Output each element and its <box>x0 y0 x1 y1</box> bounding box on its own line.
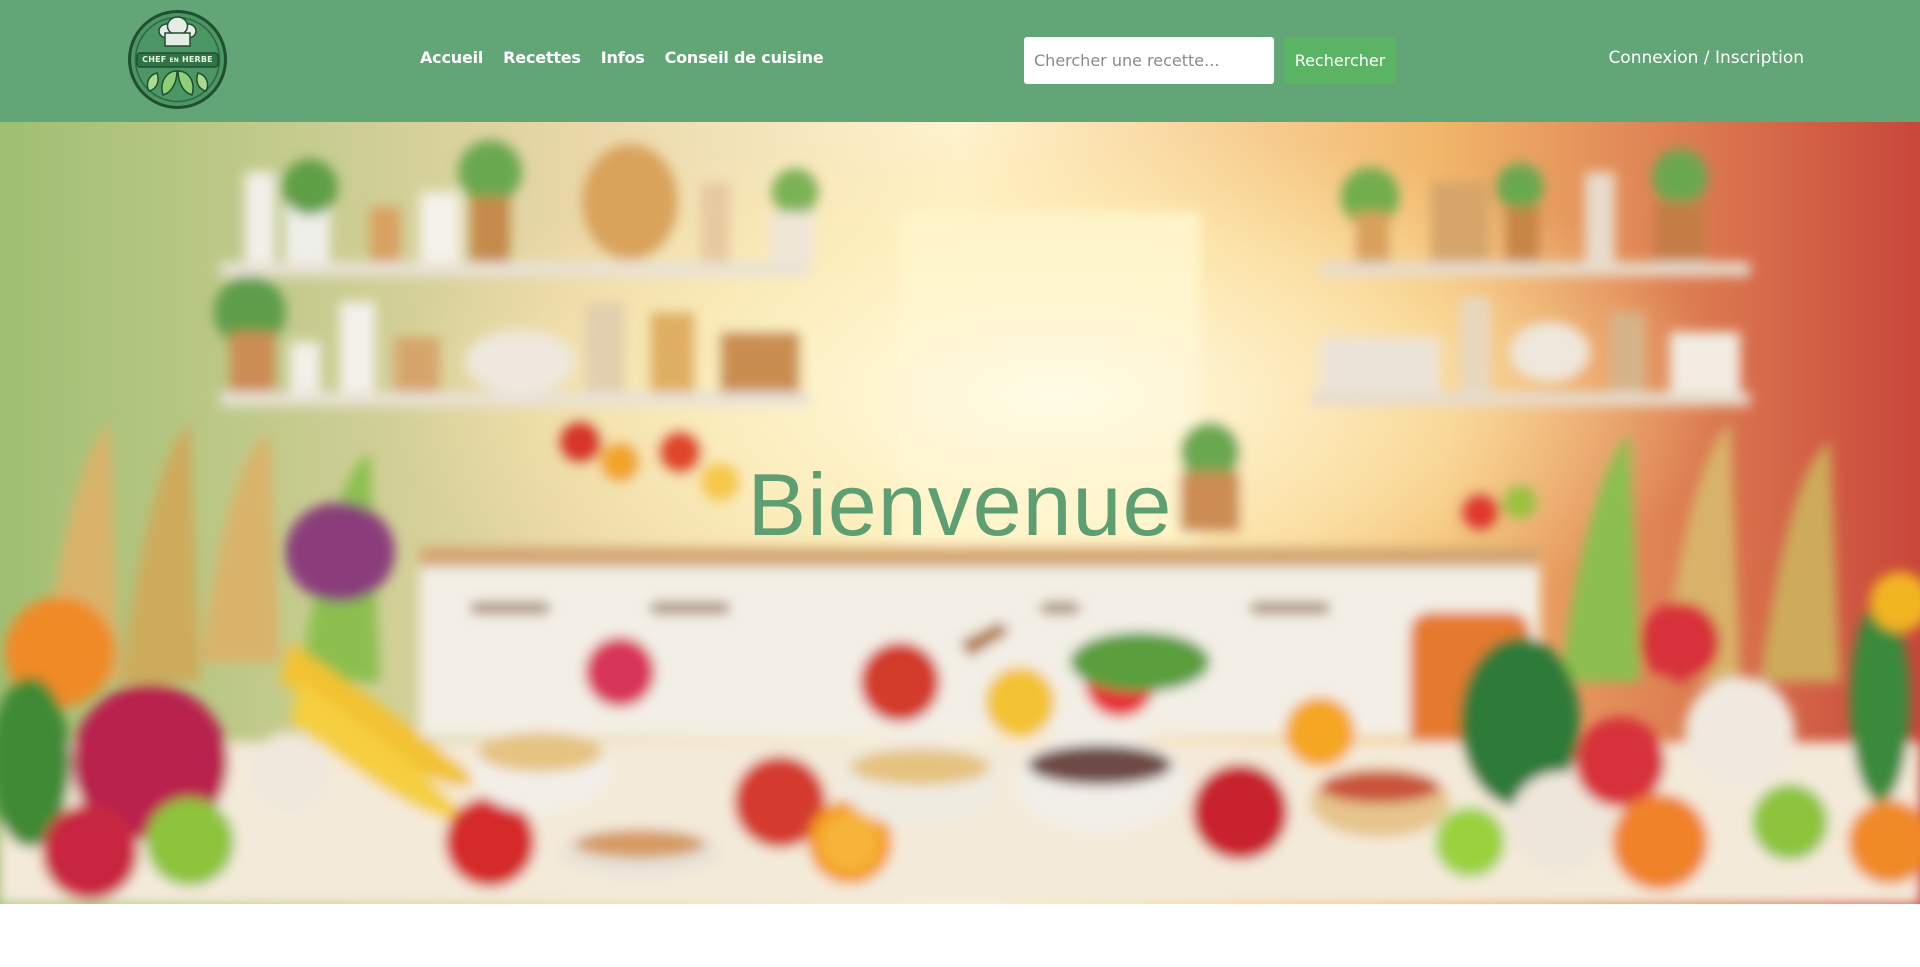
site-logo[interactable]: CHEF EN HERBE <box>127 9 228 110</box>
logo-text: CHEF EN HERBE <box>127 55 228 64</box>
auth-links: Connexion / Inscription <box>1608 48 1804 68</box>
hero-banner: Bienvenue <box>0 122 1920 904</box>
logo-text-mid: EN <box>169 57 179 64</box>
register-link[interactable]: Inscription <box>1715 48 1804 68</box>
nav-item-conseil-de-cuisine[interactable]: Conseil de cuisine <box>665 48 824 67</box>
search-input[interactable] <box>1024 37 1274 84</box>
site-header: CHEF EN HERBE Accueil Recettes Infos Con… <box>0 0 1920 122</box>
logo-text-right: HERBE <box>181 55 213 64</box>
logo-text-top: CHEF <box>142 55 167 64</box>
main-nav: Accueil Recettes Infos Conseil de cuisin… <box>420 48 824 67</box>
login-link[interactable]: Connexion <box>1608 48 1698 68</box>
nav-item-accueil[interactable]: Accueil <box>420 48 483 67</box>
auth-separator: / <box>1703 48 1710 68</box>
nav-item-infos[interactable]: Infos <box>601 48 645 67</box>
hero-title: Bienvenue <box>747 455 1173 554</box>
search-button[interactable]: Rechercher <box>1284 37 1396 84</box>
nav-item-recettes[interactable]: Recettes <box>503 48 581 67</box>
